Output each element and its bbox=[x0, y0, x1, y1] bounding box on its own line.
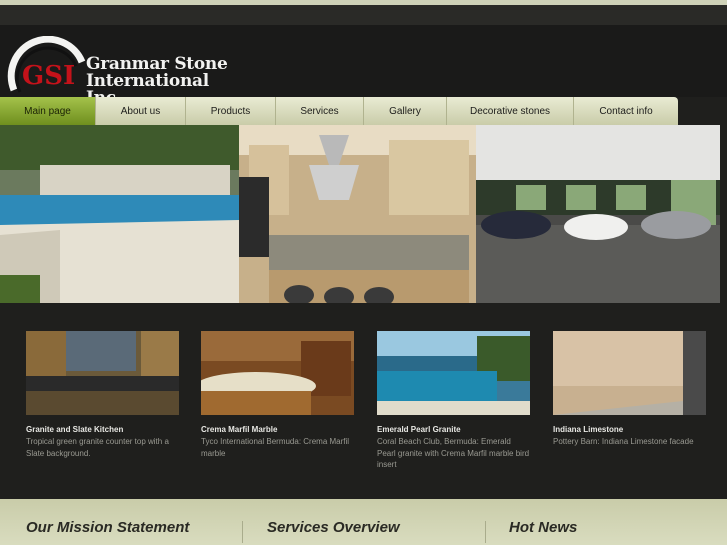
project-title[interactable]: Crema Marfil Marble bbox=[201, 424, 354, 435]
divider bbox=[485, 521, 486, 543]
hero-kitchen-image bbox=[239, 125, 476, 303]
top-bar bbox=[0, 5, 727, 25]
footer-sections: Our Mission Statement Services Overview … bbox=[0, 499, 727, 545]
project-thumbnail[interactable] bbox=[377, 331, 530, 415]
project-thumbnail[interactable] bbox=[201, 331, 354, 415]
logo[interactable]: GSI Granmar Stone International Inc. bbox=[6, 36, 236, 107]
project-card[interactable]: Crema Marfil Marble Tyco International B… bbox=[201, 331, 354, 459]
project-card[interactable]: Emerald Pearl Granite Coral Beach Club, … bbox=[377, 331, 530, 471]
project-description: Pottery Barn: Indiana Limestone facade bbox=[553, 437, 694, 446]
main-nav: Main page About us Products Services Gal… bbox=[0, 97, 678, 125]
nav-about-us[interactable]: About us bbox=[96, 97, 186, 125]
nav-services[interactable]: Services bbox=[276, 97, 364, 125]
project-thumbnail[interactable] bbox=[26, 331, 179, 415]
project-description: Tropical green granite counter top with … bbox=[26, 437, 169, 458]
nav-decorative-stones[interactable]: Decorative stones bbox=[447, 97, 574, 125]
project-card[interactable]: Granite and Slate Kitchen Tropical green… bbox=[26, 331, 179, 459]
project-title[interactable]: Emerald Pearl Granite bbox=[377, 424, 530, 435]
hero-garage-image bbox=[476, 125, 720, 303]
services-overview-heading: Services Overview bbox=[267, 519, 400, 536]
logo-letters: GSI bbox=[22, 61, 75, 91]
nav-main-page[interactable]: Main page bbox=[0, 97, 96, 125]
project-card[interactable]: Indiana Limestone Pottery Barn: Indiana … bbox=[553, 331, 706, 448]
nav-products[interactable]: Products bbox=[186, 97, 276, 125]
gsi-logo-icon: GSI bbox=[7, 36, 86, 93]
mission-statement-heading: Our Mission Statement bbox=[26, 519, 190, 536]
nav-gallery[interactable]: Gallery bbox=[364, 97, 447, 125]
hero-banner bbox=[0, 125, 720, 303]
hero-pool-image bbox=[0, 125, 239, 303]
nav-contact-info[interactable]: Contact info bbox=[574, 97, 678, 125]
divider bbox=[242, 521, 243, 543]
project-title[interactable]: Granite and Slate Kitchen bbox=[26, 424, 179, 435]
project-description: Tyco International Bermuda: Crema Marfil… bbox=[201, 437, 350, 458]
project-title[interactable]: Indiana Limestone bbox=[553, 424, 706, 435]
project-thumbnail[interactable] bbox=[553, 331, 706, 415]
project-description: Coral Beach Club, Bermuda: Emerald Pearl… bbox=[377, 437, 530, 469]
hot-news-heading: Hot News bbox=[509, 519, 578, 536]
